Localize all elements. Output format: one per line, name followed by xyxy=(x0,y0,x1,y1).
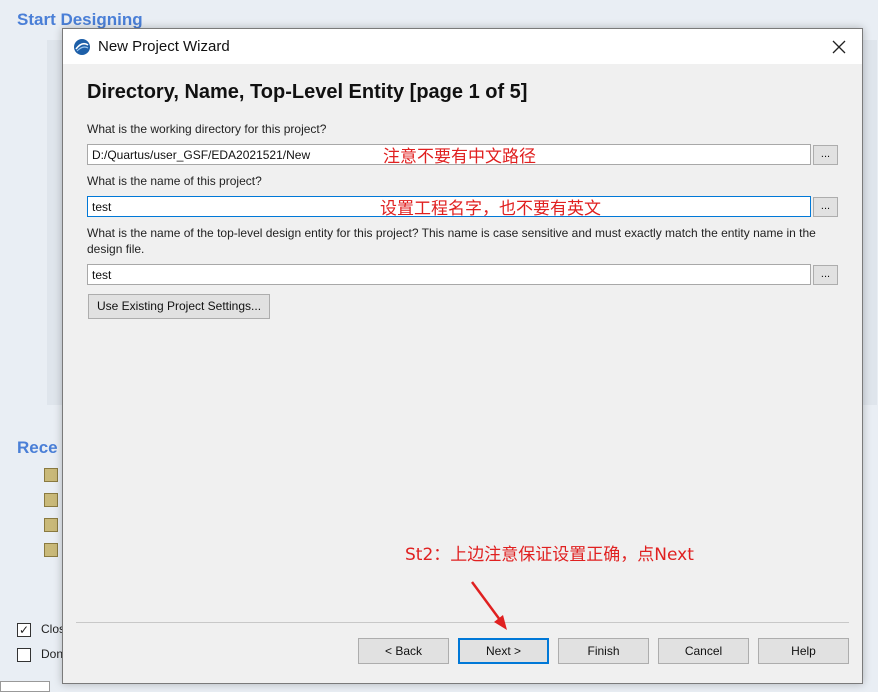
top-level-entity-input[interactable]: test xyxy=(87,264,811,285)
dont-show-checkbox-label: Don xyxy=(41,647,64,661)
recent-project-icon[interactable] xyxy=(44,518,58,532)
start-designing-title: Start Designing xyxy=(17,10,143,29)
back-button[interactable]: < Back xyxy=(358,638,449,664)
next-button[interactable]: Next > xyxy=(458,638,549,664)
help-button[interactable]: Help xyxy=(758,638,849,664)
recent-projects-title: Rece xyxy=(17,438,58,457)
working-directory-label: What is the working directory for this p… xyxy=(87,122,327,136)
step-annotation: St2：上边注意保证设置正确，点Next xyxy=(405,545,694,565)
browse-name-button[interactable]: ... xyxy=(813,197,838,217)
close-button[interactable] xyxy=(816,29,862,64)
use-existing-settings-button[interactable]: Use Existing Project Settings... xyxy=(88,294,270,319)
top-level-entity-label: What is the name of the top-level design… xyxy=(87,226,816,256)
recent-project-icon[interactable] xyxy=(44,543,58,557)
finish-button[interactable]: Finish xyxy=(558,638,649,664)
button-separator xyxy=(76,622,849,623)
project-name-annotation: 设置工程名字，也不要有英文 xyxy=(380,199,601,219)
quartus-logo-icon xyxy=(74,39,90,55)
dont-show-checkbox[interactable] xyxy=(17,648,31,662)
close-page-checkbox[interactable]: ✓ xyxy=(17,623,31,637)
recent-project-icon[interactable] xyxy=(44,468,58,482)
recent-project-icon[interactable] xyxy=(44,493,58,507)
bottom-tab[interactable] xyxy=(0,681,50,692)
browse-entity-button[interactable]: ... xyxy=(813,265,838,285)
cancel-button[interactable]: Cancel xyxy=(658,638,749,664)
dialog-titlebar: New Project Wizard xyxy=(63,29,862,64)
close-icon xyxy=(832,40,846,53)
browse-directory-button[interactable]: ... xyxy=(813,145,838,165)
page-title: Directory, Name, Top-Level Entity [page … xyxy=(87,81,528,103)
dialog-title: New Project Wizard xyxy=(98,38,230,55)
directory-annotation: 注意不要有中文路径 xyxy=(383,147,536,167)
new-project-wizard-dialog: New Project Wizard Directory, Name, Top-… xyxy=(62,28,863,684)
project-name-label: What is the name of this project? xyxy=(87,174,262,188)
